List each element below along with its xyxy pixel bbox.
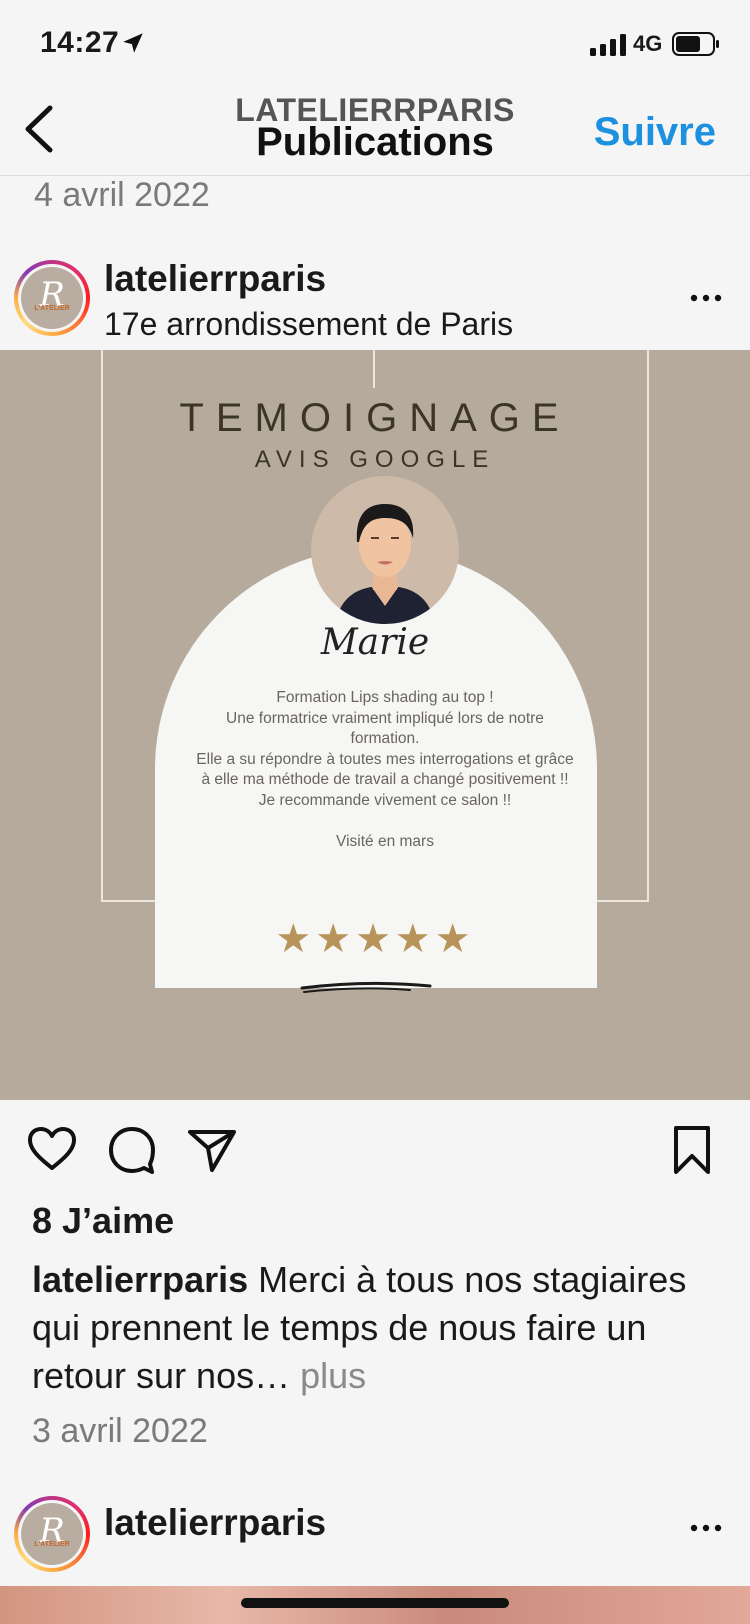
avatar[interactable]: R L'ATELIER <box>14 260 90 336</box>
status-time: 14:27 <box>40 26 120 59</box>
star-icon: ★ <box>434 917 475 961</box>
caption-username[interactable]: latelierrparis <box>32 1259 248 1300</box>
caption-more-link[interactable]: plus <box>290 1355 366 1396</box>
star-icon: ★ <box>355 917 395 961</box>
star-icon: ★ <box>315 917 356 961</box>
battery-icon <box>672 32 719 56</box>
more-options-icon[interactable] <box>688 1510 724 1546</box>
star-icon: ★ <box>275 917 316 961</box>
image-subtitle: AVIS GOOGLE <box>254 446 496 473</box>
image-title: TEMOIGNAGE <box>179 396 571 440</box>
post-date: 3 avril 2022 <box>32 1412 208 1450</box>
post-header: R L'ATELIER latelierrparis 17e arrondiss… <box>0 252 750 344</box>
post-image[interactable]: TEMOIGNAGE AVIS GOOGLE Marie Formation L… <box>0 350 750 1100</box>
instagram-post-screen: 14:27 4G LATELIERRPARIS Publications Sui… <box>0 0 750 1624</box>
status-bar: 14:27 4G <box>0 0 750 92</box>
brush-underline <box>300 981 432 993</box>
post-caption: latelierrparis Merci à tous nos stagiair… <box>32 1256 722 1400</box>
comment-icon[interactable] <box>106 1124 158 1176</box>
previous-post-date: 4 avril 2022 <box>34 176 210 214</box>
nav-header: LATELIERRPARIS Publications Suivre <box>0 92 750 176</box>
star-icon: ★ <box>394 917 435 961</box>
reviewer-signature: Marie <box>320 622 430 663</box>
frame-divider <box>373 350 375 388</box>
more-options-icon[interactable] <box>688 280 724 316</box>
post-username[interactable]: latelierrparis <box>104 258 326 300</box>
post-location[interactable]: 17e arrondissement de Paris <box>104 306 513 343</box>
likes-count[interactable]: 8 J’aime <box>32 1200 174 1242</box>
like-icon[interactable] <box>26 1124 78 1176</box>
signal-icon <box>590 34 626 56</box>
follow-button[interactable]: Suivre <box>594 110 716 155</box>
network-label: 4G <box>633 31 663 56</box>
star-rating: ★★★★★ <box>0 916 750 962</box>
next-post-header: R L'ATELIER latelierrparis <box>0 1488 750 1580</box>
home-indicator[interactable] <box>241 1598 509 1608</box>
avatar-logo: R L'ATELIER <box>21 267 83 329</box>
action-bar <box>0 1100 750 1196</box>
location-arrow-icon <box>123 33 143 53</box>
post-username[interactable]: latelierrparis <box>104 1502 326 1544</box>
portrait-illustration <box>311 476 459 624</box>
save-icon[interactable] <box>666 1124 718 1176</box>
share-icon[interactable] <box>186 1124 238 1176</box>
avatar[interactable]: R L'ATELIER <box>14 1496 90 1572</box>
visit-date: Visité en mars <box>336 832 434 850</box>
review-text: Formation Lips shading au top ! Une form… <box>195 688 575 852</box>
avatar-logo: R L'ATELIER <box>21 1503 83 1565</box>
